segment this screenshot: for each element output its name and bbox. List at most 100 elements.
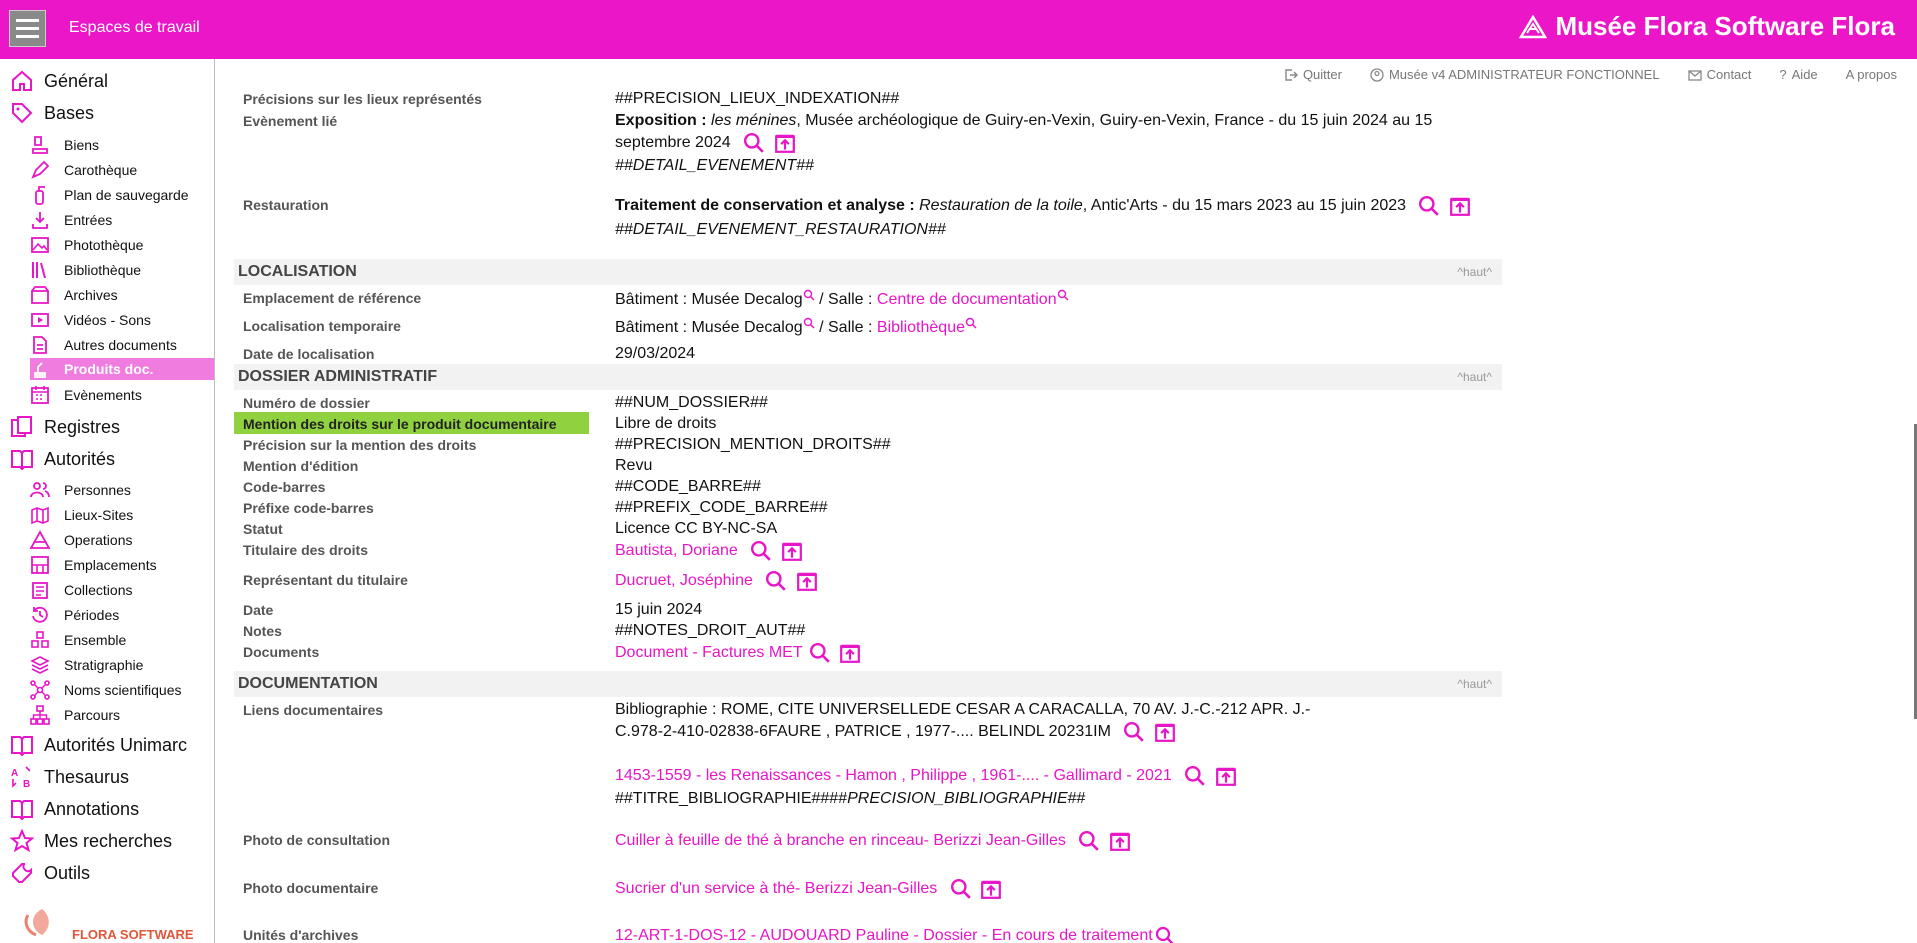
menu-icon[interactable] xyxy=(9,10,46,47)
sidebar-item-autorites[interactable]: Autorités xyxy=(10,447,115,471)
help-link[interactable]: ? Aide xyxy=(1779,67,1817,82)
sidebar-item-autorites-unimarc[interactable]: Autorités Unimarc xyxy=(10,733,187,757)
salle-link[interactable]: Bibliothèque xyxy=(877,319,965,336)
search-icon[interactable] xyxy=(950,878,972,900)
search-icon[interactable] xyxy=(803,317,815,329)
sidebar-item-stratigraphie[interactable]: Stratigraphie xyxy=(30,655,143,675)
sidebar-item-label: Autorités xyxy=(44,448,116,469)
back-to-top-link[interactable]: ^haut^ xyxy=(1457,370,1492,384)
open-icon[interactable] xyxy=(839,642,861,664)
sidebar-item-label: Annotations xyxy=(44,798,140,819)
sidebar-item-periodes[interactable]: Périodes xyxy=(30,605,119,625)
open-icon[interactable] xyxy=(1109,830,1131,852)
open-icon[interactable] xyxy=(980,878,1002,900)
contact-link[interactable]: Contact xyxy=(1687,67,1751,82)
quit-link[interactable]: Quitter xyxy=(1284,67,1342,82)
restauration-detail: ##DETAIL_EVENEMENT_RESTAURATION## xyxy=(615,221,946,238)
open-icon[interactable] xyxy=(1449,195,1471,217)
sidebar-item-entrees[interactable]: Entrées xyxy=(30,210,112,230)
sidebar-item-plan-sauvegarde[interactable]: Plan de sauvegarde xyxy=(30,185,189,205)
photo-documentaire-link[interactable]: Sucrier d'un service à thé- Berizzi Jean… xyxy=(615,880,937,897)
code-barres-value: ##CODE_BARRE## xyxy=(615,478,761,495)
section-documentation: DOCUMENTATION ^haut^ xyxy=(234,671,1502,697)
sidebar-item-mes-recherches[interactable]: Mes recherches xyxy=(10,829,172,853)
search-icon[interactable] xyxy=(1184,765,1206,787)
sidebar-item-annotations[interactable]: Annotations xyxy=(10,797,139,821)
book-icon xyxy=(11,450,33,471)
bibliographie-line1: Bibliographie : ROME, CITE UNIVERSELLEDE… xyxy=(615,701,1311,718)
bibliographie-link[interactable]: 1453-1559 - les Renaissances - Hamon , P… xyxy=(615,767,1172,784)
evenement-detail: ##DETAIL_EVENEMENT## xyxy=(615,157,814,174)
search-icon[interactable] xyxy=(1078,830,1100,852)
sidebar-item-outils[interactable]: Outils xyxy=(10,861,90,885)
sidebar-item-evenements[interactable]: Evènements xyxy=(30,385,142,405)
sidebar-item-collections[interactable]: Collections xyxy=(30,580,132,600)
sidebar-item-label: Emplacements xyxy=(64,557,157,573)
search-icon[interactable] xyxy=(743,132,765,154)
user-link[interactable]: Musée v4 ADMINISTRATEUR FONCTIONNEL xyxy=(1370,67,1660,82)
sidebar-item-lieux-sites[interactable]: Lieux-Sites xyxy=(30,505,133,525)
search-icon[interactable] xyxy=(1418,195,1440,217)
restauration-value: Traitement de conservation et analyse : … xyxy=(615,195,1471,217)
collection-icon xyxy=(32,582,48,599)
sidebar-item-label: Noms scientifiques xyxy=(64,682,182,698)
search-icon[interactable] xyxy=(809,642,831,664)
image-icon xyxy=(31,237,49,253)
representant-link[interactable]: Ducruet, Joséphine xyxy=(615,572,753,589)
sidebar-item-bibliotheque[interactable]: Bibliothèque xyxy=(30,260,141,280)
search-icon[interactable] xyxy=(1123,721,1145,743)
sidebar-item-label: Périodes xyxy=(64,607,120,623)
open-icon[interactable] xyxy=(796,570,818,592)
sidebar-item-operations[interactable]: Operations xyxy=(30,530,132,550)
sidebar-item-archives[interactable]: Archives xyxy=(30,285,118,305)
date-label: Date xyxy=(243,602,274,618)
top-links: Quitter Musée v4 ADMINISTRATEUR FONCTION… xyxy=(1284,67,1897,82)
sidebar-item-ensemble[interactable]: Ensemble xyxy=(30,630,126,650)
sidebar-item-videos-sons[interactable]: Vidéos - Sons xyxy=(30,310,151,330)
titulaire-link[interactable]: Bautista, Doriane xyxy=(615,542,738,559)
search-icon[interactable] xyxy=(1155,926,1175,943)
photo-consultation-link[interactable]: Cuiller à feuille de thé à branche en ri… xyxy=(615,832,1066,849)
sidebar-item-general[interactable]: Général xyxy=(10,69,108,93)
document-link[interactable]: Document - Factures MET xyxy=(615,644,802,661)
precisions-lieux-label: Précisions sur les lieux représentés xyxy=(243,91,482,107)
back-to-top-link[interactable]: ^haut^ xyxy=(1457,265,1492,279)
date-localisation-label: Date de localisation xyxy=(243,346,375,362)
search-icon[interactable] xyxy=(965,317,977,329)
sidebar-item-noms-scientifiques[interactable]: Noms scientifiques xyxy=(30,680,182,700)
sidebar-item-emplacements[interactable]: Emplacements xyxy=(30,555,157,575)
open-icon[interactable] xyxy=(774,132,796,154)
section-title: DOSSIER ADMINISTRATIF xyxy=(238,368,438,385)
sidebar-item-label: Stratigraphie xyxy=(64,657,144,673)
restauration-title: Restauration de la toile xyxy=(919,197,1083,215)
sidebar-item-carotheque[interactable]: Carothèque xyxy=(30,160,137,180)
about-link[interactable]: A propos xyxy=(1846,67,1897,82)
book-icon xyxy=(11,736,33,757)
sidebar-item-registres[interactable]: Registres xyxy=(10,415,120,439)
sidebar-item-biens[interactable]: Biens xyxy=(30,135,99,155)
search-icon[interactable] xyxy=(765,570,787,592)
open-icon[interactable] xyxy=(1215,765,1237,787)
workspace-title[interactable]: Espaces de travail xyxy=(69,19,200,37)
sidebar-item-bases[interactable]: Bases xyxy=(10,101,94,125)
sidebar-item-personnes[interactable]: Personnes xyxy=(30,480,131,500)
titulaire-droits-label: Titulaire des droits xyxy=(243,542,368,558)
back-to-top-link[interactable]: ^haut^ xyxy=(1457,677,1492,691)
prefixe-code-barres-label: Préfixe code-barres xyxy=(243,500,374,516)
home-icon xyxy=(12,70,32,91)
evenement-lie-value: Exposition : les ménines, Musée archéolo… xyxy=(615,110,1475,154)
unites-archives-link[interactable]: 12-ART-1-DOS-12 - AUDOUARD Pauline - Dos… xyxy=(615,927,1153,943)
open-icon[interactable] xyxy=(781,540,803,562)
sidebar-item-produits-doc[interactable]: Produits doc. xyxy=(30,358,214,380)
calendar-icon xyxy=(31,386,49,404)
salle-link[interactable]: Centre de documentation xyxy=(877,291,1057,308)
open-icon[interactable] xyxy=(1154,721,1176,743)
sidebar-item-parcours[interactable]: Parcours xyxy=(30,705,120,725)
sidebar-item-phototheque[interactable]: Photothèque xyxy=(30,235,143,255)
sidebar-item-autres-documents[interactable]: Autres documents xyxy=(30,335,177,355)
sidebar-item-thesaurus[interactable]: AB Thesaurus xyxy=(10,765,129,789)
restauration-type: Traitement de conservation et analyse : xyxy=(615,197,915,215)
search-icon[interactable] xyxy=(1057,289,1069,301)
search-icon[interactable] xyxy=(803,289,815,301)
search-icon[interactable] xyxy=(750,540,772,562)
